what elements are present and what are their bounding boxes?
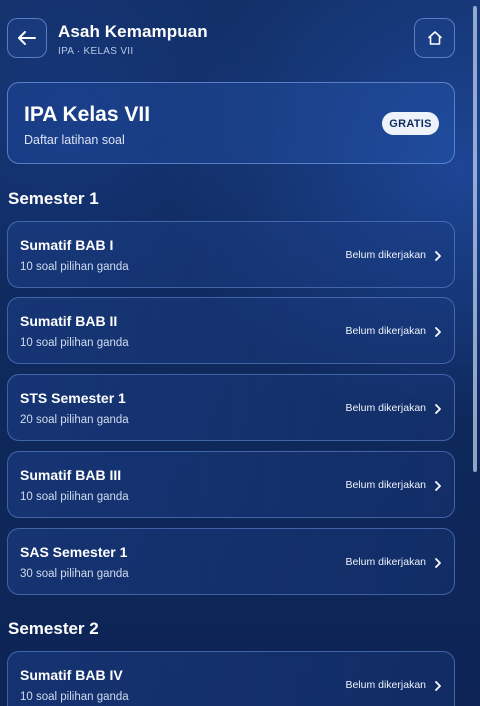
quiz-card[interactable]: Sumatif BAB III 10 soal pilihan ganda Be… xyxy=(7,451,455,518)
hero-title: IPA Kelas VII xyxy=(24,103,151,126)
section-title-semester-1: Semester 1 xyxy=(8,189,99,208)
quiz-status: Belum dikerjakan xyxy=(345,325,426,337)
top-bar: Asah Kemampuan IPA · KELAS VII xyxy=(0,0,480,80)
quiz-status: Belum dikerjakan xyxy=(345,249,426,261)
quiz-card[interactable]: Sumatif BAB I 10 soal pilihan ganda Belu… xyxy=(7,221,455,288)
quiz-status: Belum dikerjakan xyxy=(345,556,426,568)
section-title-semester-2: Semester 2 xyxy=(8,619,99,638)
chevron-right-icon xyxy=(435,558,441,568)
scrollbar[interactable] xyxy=(473,6,477,472)
quiz-subtitle: 10 soal pilihan ganda xyxy=(20,491,129,503)
quiz-subtitle: 10 soal pilihan ganda xyxy=(20,691,129,703)
quiz-subtitle: 10 soal pilihan ganda xyxy=(20,337,129,349)
chevron-right-icon xyxy=(435,681,441,691)
quiz-title: STS Semester 1 xyxy=(20,390,126,406)
chevron-right-icon xyxy=(435,404,441,414)
quiz-card[interactable]: SAS Semester 1 30 soal pilihan ganda Bel… xyxy=(7,528,455,595)
chevron-right-icon xyxy=(435,251,441,261)
chevron-right-icon xyxy=(435,481,441,491)
home-button[interactable] xyxy=(414,18,455,58)
quiz-subtitle: 20 soal pilihan ganda xyxy=(20,414,129,426)
hero-subtitle: Daftar latihan soal xyxy=(24,133,125,147)
back-button[interactable] xyxy=(7,18,47,58)
quiz-card[interactable]: STS Semester 1 20 soal pilihan ganda Bel… xyxy=(7,374,455,441)
home-icon xyxy=(427,31,442,45)
arrow-left-icon xyxy=(18,31,36,45)
quiz-title: Sumatif BAB II xyxy=(20,313,118,329)
quiz-subtitle: 30 soal pilihan ganda xyxy=(20,568,129,580)
page-subtitle: IPA · KELAS VII xyxy=(58,46,134,57)
quiz-status: Belum dikerjakan xyxy=(345,679,426,691)
free-badge: GRATIS xyxy=(382,112,439,135)
quiz-title: Sumatif BAB I xyxy=(20,237,114,253)
quiz-card[interactable]: Sumatif BAB II 10 soal pilihan ganda Bel… xyxy=(7,297,455,364)
quiz-subtitle: 10 soal pilihan ganda xyxy=(20,261,129,273)
quiz-title: Sumatif BAB IV xyxy=(20,667,123,683)
chevron-right-icon xyxy=(435,327,441,337)
quiz-title: SAS Semester 1 xyxy=(20,544,128,560)
quiz-status: Belum dikerjakan xyxy=(345,402,426,414)
page-title: Asah Kemampuan xyxy=(58,22,208,41)
subject-hero-card: IPA Kelas VII Daftar latihan soal GRATIS xyxy=(7,82,455,164)
quiz-card[interactable]: Sumatif BAB IV 10 soal pilihan ganda Bel… xyxy=(7,651,455,706)
quiz-status: Belum dikerjakan xyxy=(345,479,426,491)
quiz-title: Sumatif BAB III xyxy=(20,467,122,483)
